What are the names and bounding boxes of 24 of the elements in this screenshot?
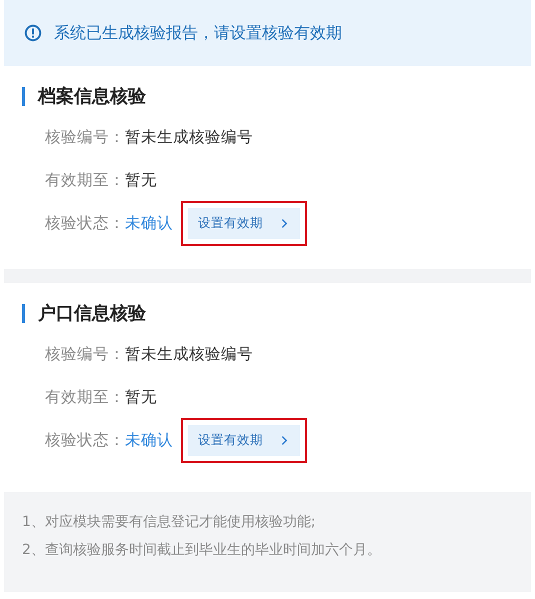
chevron-right-icon <box>281 218 288 229</box>
section-title: 户口信息核验 <box>38 302 146 325</box>
notice-text: 系统已生成核验报告，请设置核验有效期 <box>54 22 342 44</box>
field-label: 核验状态： <box>45 430 125 451</box>
status-value: 未确认 <box>125 213 173 234</box>
accent-bar <box>22 304 25 322</box>
field-label: 有效期至： <box>45 170 125 191</box>
chevron-right-icon <box>281 435 288 446</box>
section-title: 档案信息核验 <box>38 85 146 108</box>
set-validity-button[interactable]: 设置有效期 <box>188 208 300 239</box>
field-label: 核验状态： <box>45 213 125 234</box>
info-icon <box>24 24 42 42</box>
field-label: 有效期至： <box>45 387 125 408</box>
note-text: 2、查询核验服务时间截止到毕业生的毕业时间加六个月。 <box>22 541 382 560</box>
field-label: 核验编号： <box>45 127 125 148</box>
status-value: 未确认 <box>125 430 173 451</box>
field-value: 暂未生成核验编号 <box>125 344 253 365</box>
set-validity-button[interactable]: 设置有效期 <box>188 425 300 456</box>
field-label: 核验编号： <box>45 344 125 365</box>
note-text: 1、对应模块需要有信息登记才能使用核验功能; <box>22 513 317 532</box>
field-value: 暂无 <box>125 170 157 191</box>
accent-bar <box>22 86 25 106</box>
field-value: 暂未生成核验编号 <box>125 127 253 148</box>
field-value: 暂无 <box>125 387 157 408</box>
